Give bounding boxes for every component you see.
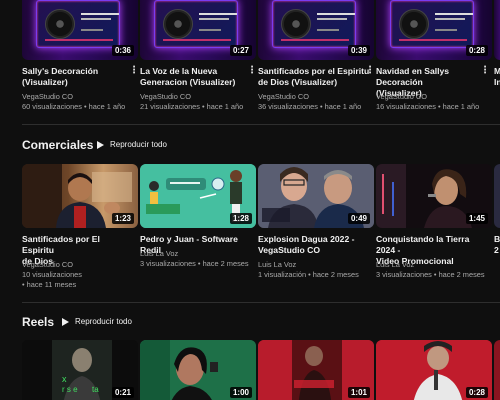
video-thumbnail[interactable]: 0:39	[258, 0, 374, 60]
channel-name[interactable]: Luis La Voz	[258, 260, 296, 270]
duration-badge: 0:36	[111, 45, 134, 56]
video-thumbnail[interactable]: 1:23	[22, 164, 138, 228]
video-stats: 3 visualizaciones • hace 2 meses	[140, 259, 249, 268]
video-thumbnail[interactable]: 0:27	[140, 0, 256, 60]
duration-badge: 1:23	[111, 213, 134, 224]
play-all-button[interactable]: Reproducir todo	[62, 317, 132, 326]
visualizer-card	[390, 0, 474, 48]
channel-name[interactable]: VegaStudio CO	[258, 92, 309, 102]
video-title[interactable]: Explosion Dagua 2022 - VegaStudio CO	[258, 234, 368, 256]
play-all-button[interactable]: Reproducir todo	[97, 140, 167, 149]
video-title[interactable]: Sally's Decoración (Visualizer)	[22, 66, 132, 88]
video-thumbnail[interactable]	[494, 164, 500, 228]
video-title[interactable]: La Voz de la Nueva Generacion (Visualizer…	[140, 66, 252, 88]
section-divider	[22, 124, 500, 125]
more-options-icon[interactable]: ⋮	[247, 66, 257, 76]
duration-badge: 0:27	[229, 45, 252, 56]
video-thumbnail[interactable]: 0:28	[376, 0, 492, 60]
video-stats: 10 visualizaciones	[22, 270, 82, 279]
duration-badge: 1:01	[347, 387, 370, 398]
channel-name[interactable]: VegaStudio CO	[22, 92, 73, 102]
video-stats: 16 visualizaciones • hace 1 año	[376, 102, 480, 111]
video-thumbnail[interactable]: 1:28	[140, 164, 256, 228]
more-options-icon[interactable]: ⋮	[480, 66, 490, 76]
more-options-icon[interactable]: ⋮	[365, 66, 375, 76]
visualizer-card	[36, 0, 120, 48]
channel-name[interactable]: VegaStudio CO	[22, 260, 73, 270]
duration-badge: 1:00	[229, 387, 252, 398]
section-divider	[22, 302, 500, 303]
play-all-label: Reproducir todo	[110, 140, 167, 149]
video-thumbnail[interactable]: 1:45	[376, 164, 492, 228]
reel-thumbnail[interactable]: 1:00	[140, 340, 256, 400]
video-thumbnail[interactable]: 0:49	[258, 164, 374, 228]
svg-text:x: x	[62, 374, 67, 384]
video-stats: 1 visualización • hace 2 meses	[258, 270, 359, 279]
video-thumbnail[interactable]: 0:36	[22, 0, 138, 60]
play-all-label: Reproducir todo	[75, 317, 132, 326]
duration-badge: 0:39	[347, 45, 370, 56]
channel-name[interactable]: VegaStudio CO	[376, 92, 427, 102]
duration-badge: 0:21	[111, 387, 134, 398]
visualizer-card	[154, 0, 238, 48]
video-thumbnail[interactable]	[494, 0, 500, 60]
video-stats: 36 visualizaciones • hace 1 año	[258, 102, 362, 111]
svg-text:ta: ta	[92, 385, 99, 394]
video-stats: 21 visualizaciones • hace 1 año	[140, 102, 244, 111]
video-stats: 60 visualizaciones • hace 1 año	[22, 102, 126, 111]
video-title[interactable]: Santificados por el Espiritu de Dios (Vis…	[258, 66, 370, 88]
video-title[interactable]: M In	[494, 66, 500, 88]
duration-badge: 0:49	[347, 213, 370, 224]
visualizer-card	[272, 0, 356, 48]
video-title[interactable]: B2	[494, 234, 500, 256]
reel-thumbnail[interactable]: 1:01	[258, 340, 374, 400]
duration-badge: 1:45	[465, 213, 488, 224]
play-icon	[62, 317, 69, 326]
duration-badge: 0:28	[465, 387, 488, 398]
video-stats: • hace 11 meses	[22, 280, 77, 289]
shelf-title-comerciales[interactable]: Comerciales	[22, 138, 93, 152]
reel-thumbnail[interactable]	[494, 340, 500, 400]
video-stats: 3 visualizaciones • hace 2 meses	[376, 270, 485, 279]
channel-name[interactable]: Luis La Voz	[140, 249, 178, 259]
duration-badge: 0:28	[465, 45, 488, 56]
reel-thumbnail[interactable]: x r s e ta 0:21	[22, 340, 138, 400]
duration-badge: 1:28	[229, 213, 252, 224]
shelf-title-reels[interactable]: Reels	[22, 315, 54, 329]
more-options-icon[interactable]: ⋮	[129, 66, 139, 76]
svg-text:r s e: r s e	[62, 385, 78, 394]
reel-thumbnail[interactable]: 0:28	[376, 340, 492, 400]
channel-name[interactable]: VegaStudio CO	[140, 92, 191, 102]
channel-name[interactable]: Luis La Voz	[376, 260, 414, 270]
play-icon	[97, 140, 104, 149]
